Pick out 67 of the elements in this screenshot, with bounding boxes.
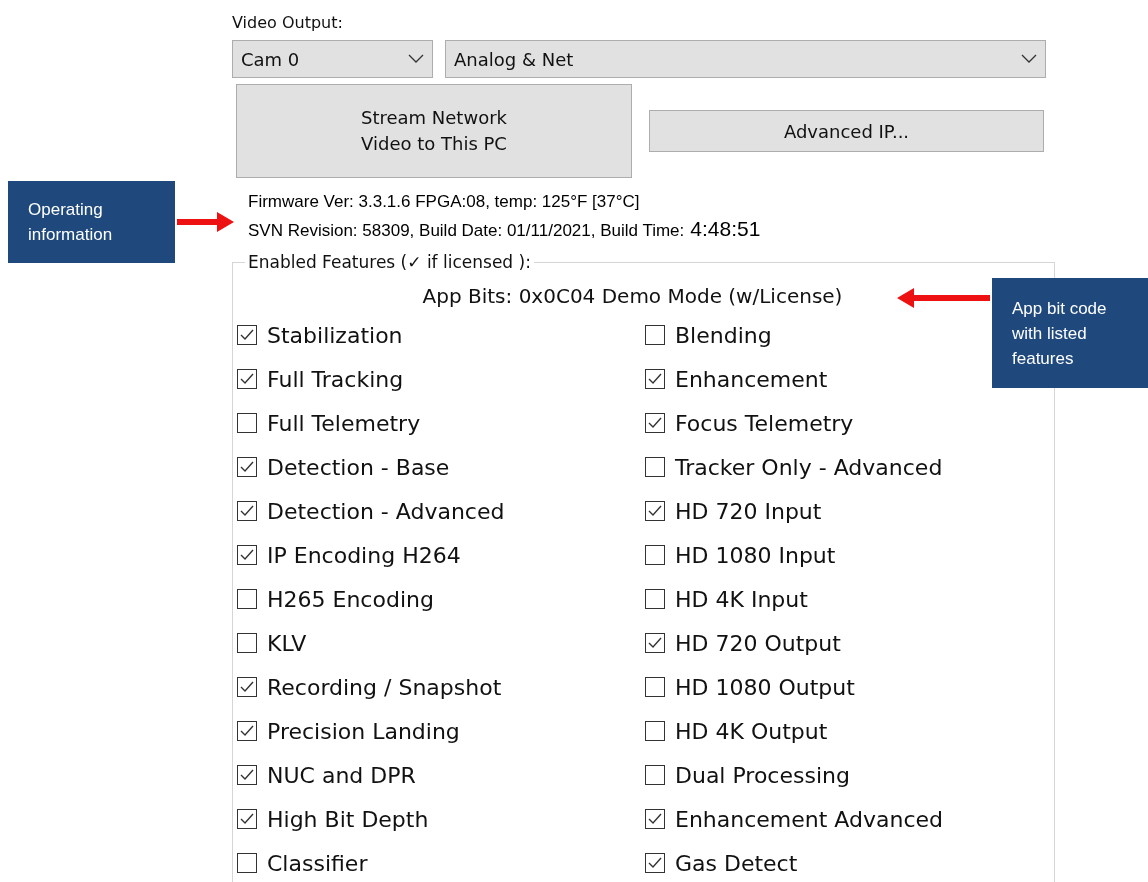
checkbox[interactable] xyxy=(237,721,257,741)
video-output-label: Video Output: xyxy=(232,12,344,34)
checkbox-label: Full Tracking xyxy=(267,365,404,394)
advanced-ip-button[interactable]: Advanced IP... xyxy=(649,110,1044,152)
checkbox-label: HD 1080 Input xyxy=(675,541,836,570)
checkbox[interactable] xyxy=(237,545,257,565)
checkbox[interactable] xyxy=(237,369,257,389)
checkbox[interactable] xyxy=(237,633,257,653)
checkbox[interactable] xyxy=(237,677,257,697)
chevron-down-icon xyxy=(408,54,424,64)
checkbox-label: Classifier xyxy=(267,849,368,878)
checkbox-label: HD 720 Output xyxy=(675,629,841,658)
mode-select[interactable]: Analog & Net xyxy=(445,40,1046,78)
checkbox-label: KLV xyxy=(267,629,307,658)
checkbox[interactable] xyxy=(237,589,257,609)
checkbox[interactable] xyxy=(237,765,257,785)
checkbox-label: HD 4K Output xyxy=(675,717,828,746)
callout-text: App bit code with listed features xyxy=(1012,297,1108,370)
checkbox-label: Tracker Only - Advanced xyxy=(675,453,943,482)
svn-info: SVN Revision: 58309, Build Date: 01/11/2021, Build Time: xyxy=(248,220,685,242)
checkbox-label: H265 Encoding xyxy=(267,585,434,614)
checkbox[interactable] xyxy=(645,325,665,345)
checkbox[interactable] xyxy=(645,721,665,741)
checkbox[interactable] xyxy=(645,765,665,785)
checkbox[interactable] xyxy=(237,501,257,521)
checkbox-label: Enhancement xyxy=(675,365,828,394)
camera-select[interactable]: Cam 0 xyxy=(232,40,433,78)
checkbox-label: Detection - Advanced xyxy=(267,497,505,526)
checkbox[interactable] xyxy=(645,853,665,873)
checkbox-label: Blending xyxy=(675,321,772,350)
checkbox-label: High Bit Depth xyxy=(267,805,429,834)
checkbox-label: HD 1080 Output xyxy=(675,673,855,702)
checkbox-label: Gas Detect xyxy=(675,849,798,878)
checkbox[interactable] xyxy=(645,413,665,433)
checkbox-label: HD 4K Input xyxy=(675,585,808,614)
callout-text: Operating information xyxy=(28,199,114,246)
checkbox-label: Full Telemetry xyxy=(267,409,421,438)
checkbox-label: IP Encoding H264 xyxy=(267,541,461,570)
checkbox[interactable] xyxy=(645,633,665,653)
checkbox-label: HD 720 Input xyxy=(675,497,822,526)
checkbox[interactable] xyxy=(645,589,665,609)
checkbox[interactable] xyxy=(237,809,257,829)
checkbox[interactable] xyxy=(645,545,665,565)
checkbox[interactable] xyxy=(645,457,665,477)
chevron-down-icon xyxy=(1021,54,1037,64)
checkbox[interactable] xyxy=(645,369,665,389)
stream-video-button[interactable]: Stream Network Video to This PC xyxy=(236,84,632,178)
checkbox[interactable] xyxy=(237,457,257,477)
firmware-info: Firmware Ver: 3.3.1.6 FPGA:08, temp: 125°F [37°C] xyxy=(248,191,641,213)
checkbox[interactable] xyxy=(645,501,665,521)
arrow-icon xyxy=(896,287,990,309)
checkbox-label: Stabilization xyxy=(267,321,403,350)
checkbox-label: Detection - Base xyxy=(267,453,450,482)
checkbox[interactable] xyxy=(237,853,257,873)
arrow-icon xyxy=(177,211,235,233)
build-time: 4:48:51 xyxy=(690,216,761,242)
checkbox-label: Dual Processing xyxy=(675,761,850,790)
checkbox-label: Enhancement Advanced xyxy=(675,805,944,834)
checkbox[interactable] xyxy=(237,325,257,345)
checkbox[interactable] xyxy=(237,413,257,433)
app-bits-text: App Bits: 0x0C04 Demo Mode (w/License) xyxy=(422,283,843,310)
checkbox-label: Precision Landing xyxy=(267,717,460,746)
checkbox[interactable] xyxy=(645,809,665,829)
checkbox[interactable] xyxy=(645,677,665,697)
checkbox-label: Recording / Snapshot xyxy=(267,673,502,702)
checkbox-label: Focus Telemetry xyxy=(675,409,854,438)
checkbox-label: NUC and DPR xyxy=(267,761,416,790)
